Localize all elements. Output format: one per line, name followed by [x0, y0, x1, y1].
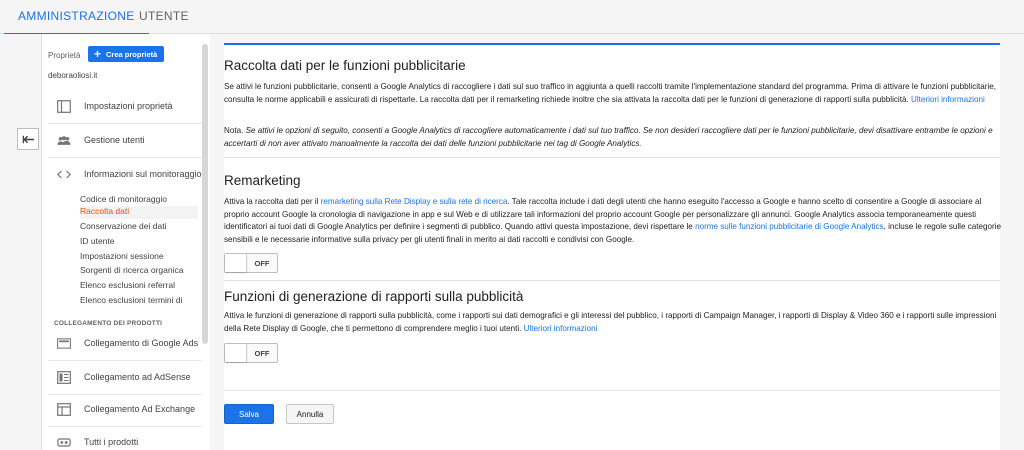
adsense-icon — [56, 370, 72, 384]
remarketing-toggle[interactable]: OFF — [224, 253, 278, 273]
sidebar-item-label: Collegamento Ad Exchange — [84, 404, 196, 414]
note-paragraph: Nota. Se attivi le opzioni di seguito, c… — [224, 125, 1004, 150]
sidebar-item-label: Impostazioni proprietà — [84, 101, 173, 111]
property-label: Proprietà — [48, 51, 81, 60]
section-divider — [224, 280, 1000, 281]
property-settings-icon — [56, 99, 72, 113]
subitem-organic-search-sources[interactable]: Sorgenti di ricerca organica — [80, 265, 198, 278]
learn-more-link-1[interactable]: Ulteriori informazioni — [911, 95, 985, 104]
subitem-data-retention[interactable]: Conservazione dei dati — [80, 221, 198, 234]
sidebar-item-ad-exchange-linking[interactable]: Collegamento Ad Exchange — [48, 392, 202, 426]
back-button[interactable] — [17, 128, 39, 150]
remarketing-text-a: Attiva la raccolta dati per il — [224, 197, 319, 206]
all-products-icon — [56, 435, 72, 449]
sidebar-item-label: Gestione utenti — [84, 135, 145, 145]
sidebar-item-google-ads-linking[interactable]: Collegamento di Google Ads — [48, 326, 202, 360]
sidebar-item-label: Tutti i prodotti — [84, 437, 139, 447]
back-arrow-icon — [22, 135, 34, 143]
ad-policy-link[interactable]: norme sulle funzioni pubblicitarie di Go… — [695, 222, 884, 231]
sidebar-scrollbar[interactable] — [202, 44, 208, 344]
note-label: Nota. — [224, 126, 244, 135]
subitem-data-collection[interactable]: Raccolta dati — [80, 206, 198, 219]
users-icon — [56, 133, 72, 147]
ad-features-description: Se attivi le funzioni pubblicitarie, con… — [224, 81, 1004, 106]
sidebar-item-property-settings[interactable]: Impostazioni proprietà — [48, 89, 202, 123]
plus-icon: + — [94, 47, 102, 61]
top-tab-bar: AMMINISTRAZIONE UTENTE — [0, 0, 1024, 35]
section-title-ad-features: Raccolta dati per le funzioni pubblicita… — [224, 58, 466, 73]
left-rail — [0, 34, 42, 450]
subitem-term-exclusions[interactable]: Elenco esclusioni termini di — [80, 295, 198, 308]
sidebar-item-tracking-info[interactable]: Informazioni sul monitoraggio — [48, 157, 202, 191]
tab-administration[interactable]: AMMINISTRAZIONE — [4, 0, 148, 35]
google-ads-icon — [56, 336, 72, 350]
sidebar-item-all-products[interactable]: Tutti i prodotti — [48, 425, 202, 450]
section-divider — [224, 157, 1000, 158]
create-property-button[interactable]: + Crea proprietà — [88, 46, 164, 62]
code-icon — [56, 167, 72, 181]
section-title-ad-reporting: Funzioni di generazione di rapporti sull… — [224, 289, 524, 304]
ad-reporting-description: Attiva le funzioni di generazione di rap… — [224, 310, 1004, 335]
cancel-button[interactable]: Annulla — [286, 404, 334, 424]
tab-user[interactable]: UTENTE — [139, 0, 189, 34]
subitem-session-settings[interactable]: Impostazioni sessione — [80, 251, 198, 264]
property-domain[interactable]: deboraoliosi.it — [48, 71, 97, 80]
subitem-user-id[interactable]: ID utente — [80, 236, 198, 249]
section-divider — [224, 390, 1000, 391]
sidebar-item-label: Collegamento di Google Ads — [84, 338, 199, 348]
ad-features-text: Se attivi le funzioni pubblicitarie, con… — [224, 82, 997, 104]
learn-more-link-2[interactable]: Ulteriori informazioni — [524, 324, 598, 333]
sidebar-item-label: Informazioni sul monitoraggio — [84, 169, 202, 179]
remarketing-display-link[interactable]: remarketing sulla Rete Display e sulla r… — [321, 197, 508, 206]
remarketing-description: Attiva la raccolta dati per il remarketi… — [224, 196, 1004, 246]
create-property-label: Crea proprietà — [106, 49, 158, 59]
toggle-knob — [225, 344, 247, 362]
section-title-remarketing: Remarketing — [224, 173, 301, 188]
save-button[interactable]: Salva — [224, 404, 274, 424]
sidebar-item-label: Collegamento ad AdSense — [84, 372, 191, 382]
ad-exchange-icon — [56, 402, 72, 416]
toggle-knob — [225, 254, 247, 272]
toggle-state-label: OFF — [254, 348, 270, 358]
sidebar-item-user-management[interactable]: Gestione utenti — [48, 123, 202, 157]
note-text: Se attivi le opzioni di seguito, consent… — [224, 126, 993, 148]
ad-reporting-text: Attiva le funzioni di generazione di rap… — [224, 311, 997, 333]
subitem-referral-exclusions[interactable]: Elenco esclusioni referral — [80, 280, 198, 293]
toggle-state-label: OFF — [254, 258, 270, 268]
ad-reporting-toggle[interactable]: OFF — [224, 343, 278, 363]
sidebar-item-adsense-linking[interactable]: Collegamento ad AdSense — [48, 360, 202, 394]
